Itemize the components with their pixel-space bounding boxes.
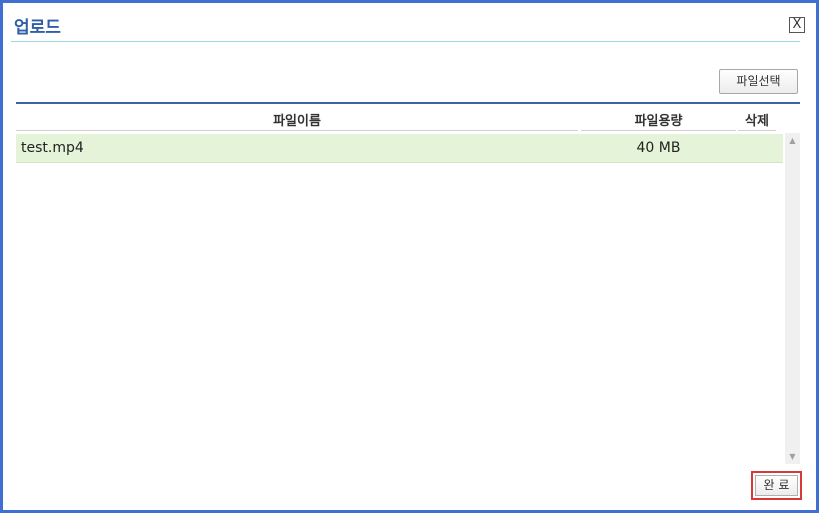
column-header-size: 파일용량 <box>634 114 683 129</box>
upload-dialog: 업로드 X 파일선택 파일이름 파일용량 삭제 test.mp4 40 MB ▲… <box>0 0 819 513</box>
file-table: 파일이름 파일용량 삭제 test.mp4 40 MB ▲ ▼ <box>16 102 800 464</box>
select-file-button[interactable]: 파일선택 <box>719 69 798 94</box>
column-header-delete: 삭제 <box>745 114 769 129</box>
close-button[interactable]: X <box>789 17 805 33</box>
table-row[interactable]: test.mp4 40 MB <box>16 134 783 163</box>
scroll-up-arrow-icon[interactable]: ▲ <box>785 133 800 148</box>
title-divider <box>11 41 800 42</box>
file-name-cell: test.mp4 <box>21 140 84 156</box>
header-divider <box>738 130 776 131</box>
column-header-name: 파일이름 <box>273 114 321 129</box>
vertical-scrollbar[interactable]: ▲ ▼ <box>785 133 800 464</box>
dialog-title: 업로드 <box>14 18 61 38</box>
scroll-down-arrow-icon[interactable]: ▼ <box>785 449 800 464</box>
table-top-border <box>16 102 800 104</box>
done-button-label: 완 료 <box>755 475 798 496</box>
close-icon: X <box>792 17 802 32</box>
header-divider <box>16 130 578 131</box>
header-divider <box>581 130 736 131</box>
file-size-cell: 40 MB <box>636 140 681 156</box>
done-button[interactable]: 완 료 <box>751 471 802 500</box>
